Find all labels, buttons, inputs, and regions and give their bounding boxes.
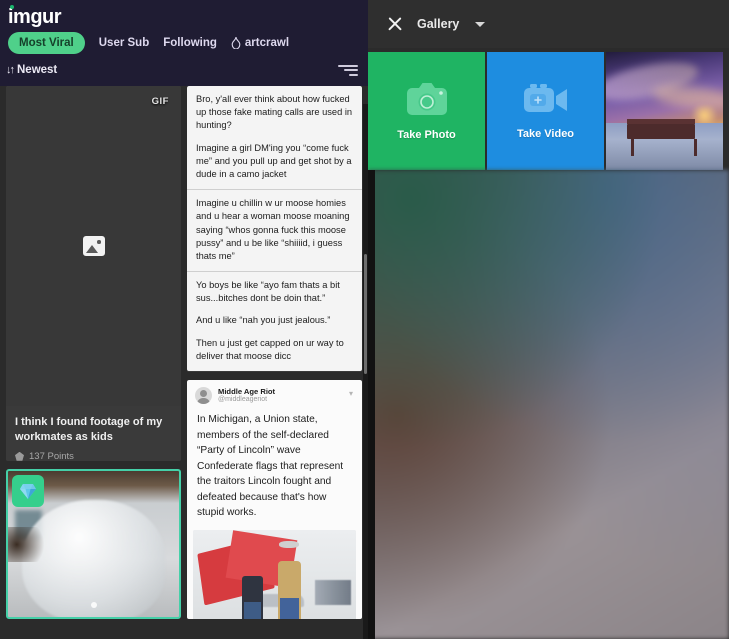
trophy-icon (15, 451, 24, 461)
text-chunk-2: Imagine u chillin w ur moose homies and … (187, 190, 362, 271)
photo-hat (279, 540, 299, 549)
feed-column-right: Bro, y'all ever think about how fucked u… (187, 86, 362, 619)
chevron-down-icon[interactable] (475, 21, 486, 27)
feed-column-left: GIF I think I found footage of my workma… (6, 86, 181, 619)
photo-bench (627, 124, 697, 157)
text-paragraph: Bro, y'all ever think about how fucked u… (196, 94, 353, 131)
post-points-label: 137 Points (29, 450, 74, 462)
hand-shadow (8, 526, 53, 562)
imgur-logo-text: imgur (8, 6, 62, 28)
tab-artcrawl[interactable]: artcrawl (231, 37, 289, 49)
flame-icon (231, 37, 241, 49)
text-paragraph: Imagine a girl DM'ing you “come fuck me”… (196, 142, 352, 179)
imgur-logo[interactable]: imgur (8, 5, 62, 28)
gif-badge: GIF (151, 96, 169, 107)
sort-label: Newest (17, 64, 58, 76)
image-placeholder-icon (82, 236, 105, 256)
post-card-tweet[interactable]: Middle Age Riot @middleageriot ▾ In Mich… (187, 379, 362, 619)
post-caption: I think I found footage of my workmates … (6, 406, 181, 462)
gallery-photo-thumbnail[interactable] (606, 52, 723, 170)
photo-crowd (315, 579, 352, 606)
sort-control[interactable]: ↓↑ Newest (6, 64, 57, 76)
tweet-block: Middle Age Riot @middleageriot ▾ In Mich… (187, 379, 362, 619)
picker-header: Gallery (368, 0, 729, 48)
post-feed: GIF I think I found footage of my workma… (0, 86, 368, 619)
post-card-gif[interactable]: GIF I think I found footage of my workma… (6, 86, 181, 462)
take-photo-tile[interactable]: Take Photo (368, 52, 485, 170)
text-chunk-3: Yo boys be like “ayo fam thats a bit sus… (187, 272, 362, 371)
take-video-label: Take Video (516, 128, 575, 140)
post-card-text[interactable]: Bro, y'all ever think about how fucked u… (187, 86, 362, 372)
text-chunk-1: Bro, y'all ever think about how fucked u… (187, 86, 362, 189)
close-icon[interactable] (386, 16, 403, 33)
post-media[interactable]: GIF (6, 86, 181, 406)
tab-user-sub[interactable]: User Sub (99, 37, 150, 49)
tumblr-text-block: Bro, y'all ever think about how fucked u… (187, 86, 362, 371)
chevron-down-icon[interactable]: ▾ (349, 389, 353, 398)
tab-most-viral[interactable]: Most Viral (8, 32, 85, 54)
scrollbar-thumb[interactable] (364, 254, 367, 374)
sort-arrows-icon: ↓↑ (6, 64, 15, 76)
text-paragraph: Then u just get capped on ur way to deli… (196, 337, 344, 361)
picker-tiles: Take Photo Take Video (368, 48, 729, 170)
camera-icon (406, 83, 447, 115)
tweet-author-handle: @middleageriot (218, 396, 268, 404)
avatar (195, 387, 212, 405)
filter-icon[interactable] (338, 64, 358, 76)
photo-person (277, 561, 301, 619)
logo-dot-icon (10, 5, 14, 9)
take-video-tile[interactable]: Take Video (487, 52, 604, 170)
logo-row: imgur (0, 0, 368, 30)
text-paragraph: Yo boys be like “ayo fam thats a bit sus… (196, 280, 340, 304)
post-caption: Moose be moosin. 147 Points (187, 371, 362, 372)
tweet-header: Middle Age Riot @middleageriot ▾ (187, 380, 362, 409)
media-picker-pane: Gallery Take Photo Take Video (368, 0, 729, 639)
take-photo-label: Take Photo (397, 129, 456, 141)
screen-root: imgur Most Viral User Sub Following artc… (0, 0, 729, 639)
diamond-icon (20, 483, 36, 499)
video-camera-icon (523, 84, 567, 112)
photo-person (241, 575, 264, 619)
post-points: 137 Points (15, 451, 172, 461)
play-indicator-icon (90, 602, 97, 608)
tweet-body: In Michigan, a Union state, members of t… (197, 414, 344, 519)
blurred-preview-backdrop (368, 170, 729, 639)
tab-artcrawl-label: artcrawl (244, 37, 290, 49)
text-paragraph: Imagine u chillin w ur moose homies and … (196, 198, 350, 261)
backdrop-edge (368, 170, 375, 639)
tweet-author: Middle Age Riot @middleageriot (218, 387, 275, 405)
imgur-header: imgur Most Viral User Sub Following artc… (0, 0, 368, 86)
sort-row: ↓↑ Newest (0, 62, 368, 86)
tweet-author-name: Middle Age Riot (218, 386, 276, 396)
tweet-image[interactable] (193, 529, 356, 619)
diamond-badge (12, 475, 44, 508)
tab-following[interactable]: Following (163, 37, 217, 49)
imgur-app-pane: imgur Most Viral User Sub Following artc… (0, 0, 368, 639)
gallery-title[interactable]: Gallery (417, 17, 459, 31)
post-title: I think I found footage of my workmates … (15, 416, 163, 443)
main-nav: Most Viral User Sub Following artcrawl (0, 30, 368, 62)
text-paragraph: And u like “nah you just jealous.” (196, 315, 331, 326)
post-card-video[interactable] (6, 469, 181, 619)
